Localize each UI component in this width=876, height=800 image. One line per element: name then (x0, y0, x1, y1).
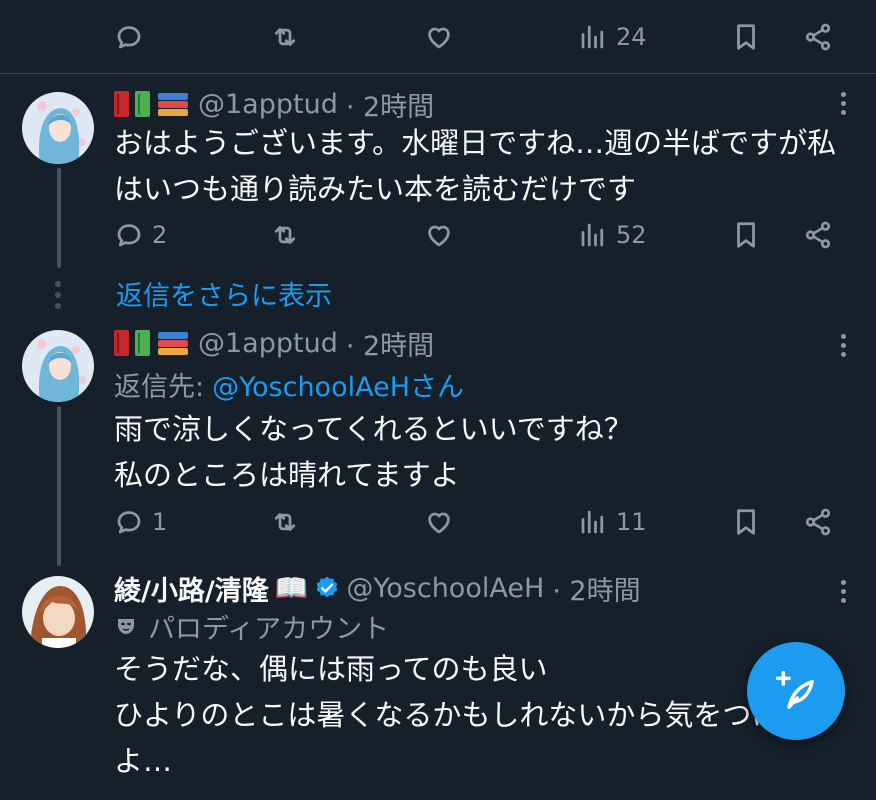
avatar[interactable] (22, 92, 94, 164)
open-book-emoji: 📖 (274, 573, 309, 604)
books-stack-icon (158, 331, 188, 355)
views-count: 52 (616, 221, 647, 249)
views-icon (581, 510, 604, 534)
tweet-text: おはようございます。水曜日ですね…週の半ばですが私 はいつも通り読みたい本を読む… (114, 126, 837, 206)
handle[interactable]: @1apptud (198, 328, 338, 359)
compose-button[interactable] (747, 642, 845, 740)
retweet-button[interactable] (270, 17, 300, 57)
bookmark-button[interactable] (731, 215, 761, 255)
share-icon (805, 221, 831, 249)
like-icon (428, 225, 450, 247)
divider (0, 73, 876, 74)
books-stack-icon (158, 92, 188, 116)
show-more-replies-link[interactable]: 返信をさらに表示 (116, 273, 332, 313)
reply-button[interactable] (114, 17, 144, 57)
like-icon (428, 512, 450, 534)
thread-line (57, 406, 61, 566)
compose-icon (775, 670, 814, 709)
views-button[interactable]: 24 (578, 17, 647, 57)
more-menu-button[interactable] (840, 334, 846, 357)
like-button[interactable] (424, 215, 454, 255)
reply-to-label: 返信先: (114, 371, 205, 403)
verified-icon (314, 575, 340, 601)
more-icon (840, 580, 846, 585)
reply-count: 2 (152, 221, 168, 249)
share-button[interactable] (803, 17, 833, 57)
tweet2-header: @1apptud · 2時間 (114, 324, 434, 363)
green-book-icon (135, 330, 150, 356)
avatar-image (22, 576, 94, 648)
retweet-button[interactable] (270, 502, 300, 542)
more-icon (840, 92, 846, 97)
thread-dots (55, 281, 61, 309)
book-emoji-icons (114, 330, 188, 356)
reply-button[interactable]: 1 (114, 502, 167, 542)
bookmark-icon (737, 222, 755, 248)
reply-to-mention-link[interactable]: @YoschoolAeHさん (212, 365, 464, 404)
views-icon (581, 25, 604, 49)
like-button[interactable] (424, 17, 454, 57)
handle[interactable]: @YoschoolAeH (346, 573, 544, 604)
share-icon (805, 23, 831, 51)
avatar-image (22, 92, 94, 164)
display-name[interactable]: 綾/小路/清隆 (114, 569, 269, 608)
book-emoji-icons (114, 91, 188, 117)
bookmark-button[interactable] (731, 17, 761, 57)
parody-account-text: パロディアカウント (148, 613, 390, 645)
views-button[interactable]: 11 (578, 502, 647, 542)
views-button[interactable]: 52 (578, 215, 647, 255)
handle[interactable]: @1apptud (198, 89, 338, 120)
mask-icon (118, 619, 134, 634)
retweet-icon (274, 226, 296, 244)
views-icon (581, 223, 604, 247)
views-count: 11 (616, 508, 647, 536)
like-icon (428, 27, 450, 49)
tweet1-actions: 2 52 (0, 215, 876, 255)
green-book-icon (135, 91, 150, 117)
tweet3-header: 綾/小路/清隆 📖 @YoschoolAeH · 2時間 (114, 569, 641, 608)
share-icon (805, 508, 831, 536)
tweet2-actions: 1 11 (0, 502, 876, 542)
share-button[interactable] (803, 215, 833, 255)
reply-icon (117, 26, 141, 49)
avatar[interactable] (22, 576, 94, 648)
reply-count: 1 (152, 508, 168, 536)
reply-icon (117, 224, 141, 247)
like-button[interactable] (424, 502, 454, 542)
share-button[interactable] (803, 502, 833, 542)
bookmark-icon (737, 24, 755, 50)
views-count: 24 (616, 23, 647, 51)
retweet-icon (274, 513, 296, 531)
tweet1-header: @1apptud · 2時間 (114, 85, 434, 124)
reply-icon (117, 511, 141, 534)
retweet-button[interactable] (270, 215, 300, 255)
avatar[interactable] (22, 330, 94, 402)
timestamp[interactable]: · 2時間 (346, 324, 434, 363)
red-book-icon (114, 91, 129, 117)
tweet-text: そうだな、偶には雨ってのも良い ひよりのとこは暑くなるかもしれないから気をつけろ… (114, 652, 810, 778)
bookmark-icon (737, 509, 755, 535)
more-icon (840, 334, 846, 339)
timestamp[interactable]: · 2時間 (346, 85, 434, 124)
retweet-icon (274, 28, 296, 46)
bookmark-button[interactable] (731, 502, 761, 542)
timestamp[interactable]: · 2時間 (552, 569, 640, 608)
avatar-image (22, 330, 94, 402)
more-menu-button[interactable] (840, 580, 846, 603)
reply-to-line: 返信先: @YoschoolAeHさん (114, 364, 464, 404)
more-menu-button[interactable] (840, 92, 846, 115)
parody-label: パロディアカウント (114, 606, 389, 646)
tweet0-actions: 24 (0, 17, 876, 57)
tweet-text: 雨で涼しくなってくれるといいですね？ 私のところは晴れてますよ (114, 412, 633, 492)
reply-button[interactable]: 2 (114, 215, 167, 255)
red-book-icon (114, 330, 129, 356)
